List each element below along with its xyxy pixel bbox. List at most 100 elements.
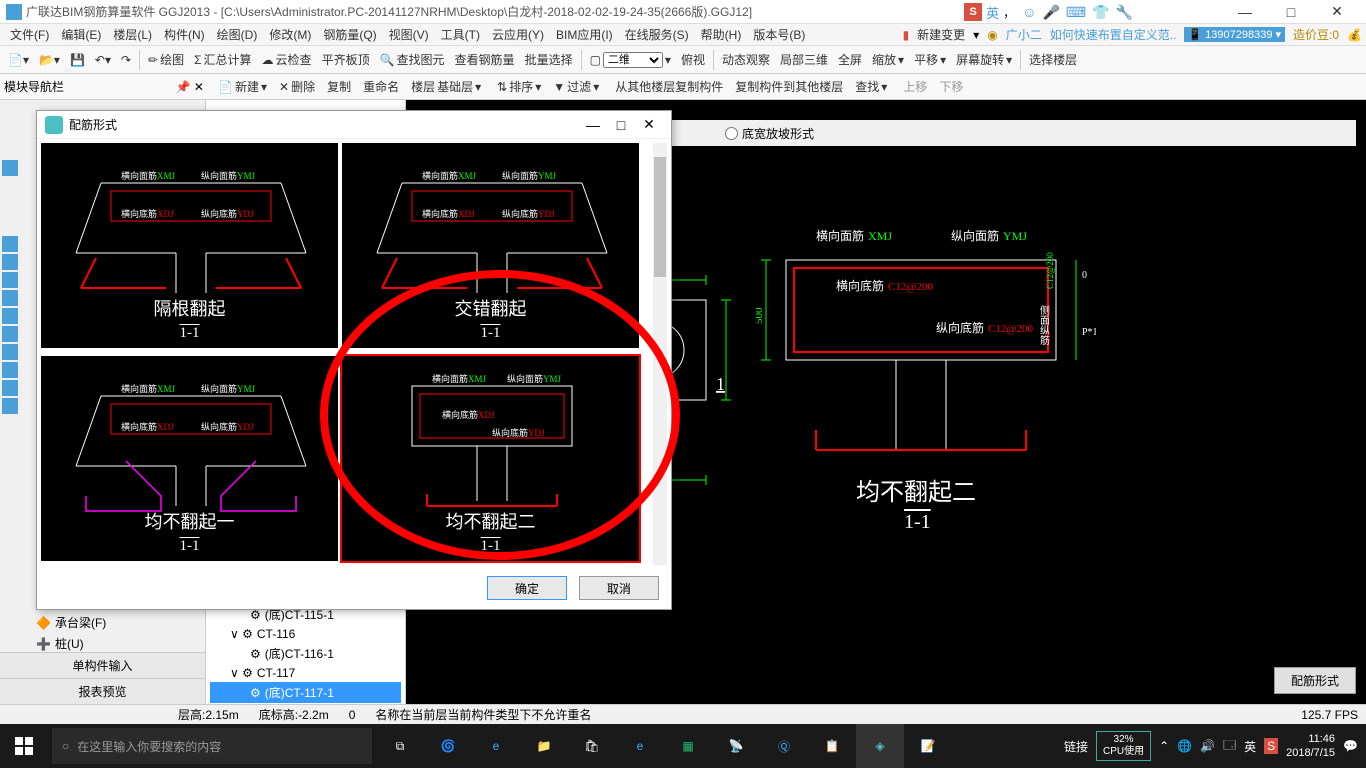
sort-button[interactable]: ⇅ 排序 ▾ [493, 76, 545, 97]
view-2d[interactable]: ▢ 二维 ▾ [586, 50, 675, 70]
tray-clock[interactable]: 11:462018/7/15 [1286, 732, 1335, 760]
tray-ime[interactable]: 英 [1244, 738, 1256, 755]
explorer-icon[interactable]: 📁 [520, 724, 568, 768]
tray-notifications-icon[interactable]: 💬 [1343, 739, 1358, 753]
app-icon[interactable]: 📝 [904, 724, 952, 768]
app-icon[interactable]: 📋 [808, 724, 856, 768]
menu-file[interactable]: 文件(F) [4, 26, 55, 43]
cpu-meter[interactable]: 32%CPU使用 [1096, 731, 1151, 761]
menu-modify[interactable]: 修改(M) [263, 26, 317, 43]
rebar-option-4-selected[interactable]: 横向面筋XMJ 纵向面筋YMJ 横向底筋XDJ 纵向底筋YDJ 均不翻起二1-1 [342, 356, 639, 561]
dialog-close[interactable]: ✕ [635, 116, 663, 133]
dialog-scrollbar[interactable] [653, 143, 667, 565]
menu-bim[interactable]: BIM应用(I) [550, 26, 619, 43]
tray-battery-icon[interactable]: 🗔 [1223, 736, 1236, 757]
draw-button[interactable]: ✏ 绘图 [144, 49, 188, 70]
filter-button[interactable]: ▼ 过滤 ▾ [549, 76, 603, 97]
tree-item[interactable]: ∨ ⚙ CT-117 [210, 664, 401, 682]
save-button[interactable]: 💾 [66, 51, 89, 69]
search-box[interactable]: ○ 在这里输入你要搜索的内容 [52, 728, 372, 764]
new-file-button[interactable]: 📄▾ [4, 51, 33, 69]
rebar-option-2[interactable]: 横向面筋XMJ 纵向面筋YMJ 横向底筋XDJ 纵向底筋YDJ 交错翻起1-1 [342, 143, 639, 348]
view-steel-button[interactable]: 查看钢筋量 [451, 49, 519, 70]
app-active-icon[interactable]: ◈ [856, 724, 904, 768]
phone-badge[interactable]: 📱 13907298339 ▾ [1184, 27, 1285, 42]
floor-dropdown[interactable]: 楼层 基础层 ▾ [407, 76, 485, 97]
delete-button[interactable]: ✕ 删除 [275, 76, 319, 97]
tray-chevron-icon[interactable]: ⌃ [1159, 739, 1169, 753]
menu-floor[interactable]: 楼层(L) [107, 26, 158, 43]
select-floor-button[interactable]: 选择楼层 [1025, 49, 1081, 70]
menu-tool[interactable]: 工具(T) [435, 26, 486, 43]
rebar-option-3[interactable]: 横向面筋XMJ 纵向面筋YMJ 横向底筋XDJ 纵向底筋YDJ 均不翻起一1-1 [41, 356, 338, 561]
rotate-button[interactable]: 屏幕旋转 ▾ [952, 49, 1016, 70]
copy-to-button[interactable]: 复制构件到其他楼层 [731, 76, 847, 97]
tray-network-icon[interactable]: 🌐 [1177, 739, 1192, 753]
menu-edit[interactable]: 编辑(E) [55, 26, 107, 43]
undo-button[interactable]: ↶▾ [91, 51, 115, 69]
ie-icon[interactable]: e [616, 724, 664, 768]
menu-steel[interactable]: 钢筋量(Q) [317, 26, 382, 43]
dialog-titlebar[interactable]: 配筋形式 — □ ✕ [37, 111, 671, 139]
rename-button[interactable]: 重命名 [359, 76, 403, 97]
tray-sogou-icon[interactable]: S [1264, 738, 1278, 754]
qq-icon[interactable]: Ⓠ [760, 724, 808, 768]
rebar-option-1[interactable]: 横向面筋XMJ 纵向面筋YMJ 横向底筋XDJ 纵向底筋YDJ 隔根翻起1-1 [41, 143, 338, 348]
tree-item[interactable]: ⚙ (底)CT-116-1 [210, 643, 401, 664]
store-icon[interactable]: 🛍 [568, 724, 616, 768]
new-change-button[interactable]: 新建变更 [917, 26, 965, 43]
maximize-button[interactable]: □ [1268, 4, 1314, 20]
pan-button[interactable]: 平移 ▾ [910, 49, 950, 70]
side-tabs[interactable] [2, 160, 18, 416]
overlook-button[interactable]: 俯视 [677, 49, 709, 70]
word-icon[interactable]: ▦ [664, 724, 712, 768]
tree-cap-beam[interactable]: 🔶 承台梁(F) [36, 612, 107, 633]
part3d-button[interactable]: 局部三维 [776, 49, 832, 70]
tab-report-preview[interactable]: 报表预览 [0, 678, 205, 704]
cloud-check-button[interactable]: ☁ 云检查 [258, 49, 316, 70]
user-name[interactable]: 广小二 [1006, 26, 1042, 43]
dialog-minimize[interactable]: — [579, 117, 607, 133]
radio-width[interactable]: 底宽放坡形式 [725, 125, 814, 142]
pin-icon[interactable]: 📌 ✕ [176, 80, 204, 94]
ime-indicator[interactable]: S 英 ， ☺🎤⌨👕🔧 [964, 2, 1136, 22]
find-button[interactable]: 查找 ▾ [851, 76, 891, 97]
flat-button[interactable]: 平齐板顶 [318, 49, 374, 70]
minimize-button[interactable]: — [1222, 4, 1268, 20]
open-button[interactable]: 📂▾ [35, 51, 64, 69]
redo-button[interactable]: ↷ [117, 51, 135, 69]
zoom-button[interactable]: 缩放 ▾ [868, 49, 908, 70]
rebar-form-button[interactable]: 配筋形式 [1274, 667, 1356, 694]
copy-from-button[interactable]: 从其他楼层复制构件 [611, 76, 727, 97]
dialog-maximize[interactable]: □ [607, 117, 635, 133]
menu-version[interactable]: 版本号(B) [747, 26, 811, 43]
menu-online[interactable]: 在线服务(S) [619, 26, 695, 43]
tree-pile[interactable]: ➕ 桩(U) [36, 633, 107, 654]
cancel-button[interactable]: 取消 [579, 576, 659, 600]
app-icon[interactable]: 🌀 [424, 724, 472, 768]
tray-volume-icon[interactable]: 🔊 [1200, 739, 1215, 753]
ok-button[interactable]: 确定 [487, 576, 567, 600]
close-button[interactable]: ✕ [1314, 3, 1360, 20]
start-button[interactable] [0, 724, 48, 768]
down-button[interactable]: 下移 [935, 76, 967, 97]
menu-draw[interactable]: 绘图(D) [211, 26, 264, 43]
help-link[interactable]: 如何快速布置自定义范.. [1050, 26, 1177, 43]
menu-help[interactable]: 帮助(H) [695, 26, 748, 43]
find-img-button[interactable]: 🔍 查找图元 [376, 49, 449, 70]
batch-select-button[interactable]: 批量选择 [521, 49, 577, 70]
edge-icon[interactable]: e [472, 724, 520, 768]
sum-button[interactable]: Σ 汇总计算 [190, 49, 255, 70]
menu-view[interactable]: 视图(V) [383, 26, 435, 43]
menu-component[interactable]: 构件(N) [158, 26, 211, 43]
dynamic-button[interactable]: 动态观察 [718, 49, 774, 70]
app-icon[interactable]: 📡 [712, 724, 760, 768]
menu-cloud[interactable]: 云应用(Y) [486, 26, 550, 43]
tray-link[interactable]: 链接 [1064, 738, 1088, 755]
tree-item-selected[interactable]: ⚙ (底)CT-117-1 [210, 682, 401, 703]
tree-item[interactable]: ∨ ⚙ CT-116 [210, 625, 401, 643]
task-view-icon[interactable]: ⧉ [376, 724, 424, 768]
fullscreen-button[interactable]: 全屏 [834, 49, 866, 70]
new-button[interactable]: 📄 新建 ▾ [214, 76, 271, 97]
copy-button[interactable]: 复制 [323, 76, 355, 97]
